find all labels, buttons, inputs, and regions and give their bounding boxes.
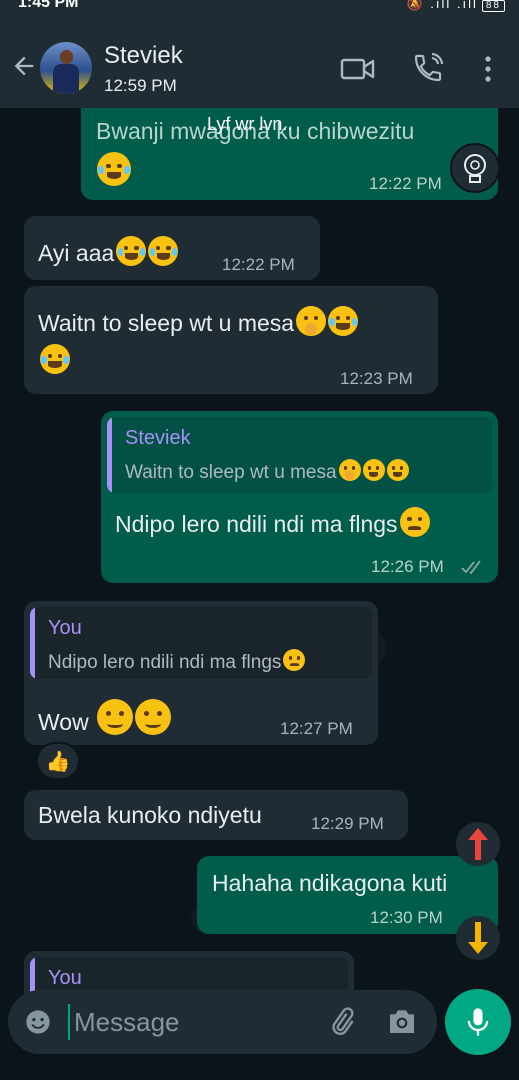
emoji-joy (386, 459, 409, 481)
quoted-message[interactable]: You Ndipo lero ndili ndi ma flngs (30, 607, 372, 679)
message-time: 12:26 PM (371, 557, 444, 576)
message-bubble-incoming[interactable]: Bwela kunoko ndiyetu 12:29 PM (24, 790, 408, 840)
message-composer (8, 990, 437, 1054)
lightbulb-icon (464, 154, 486, 183)
ai-assist-button[interactable] (450, 143, 500, 193)
scroll-down-icon (468, 922, 488, 954)
message-time: 12:27 PM (280, 719, 353, 738)
contact-name[interactable]: Steviek (104, 42, 183, 70)
message-time: 12:30 PM (370, 908, 443, 927)
chat-header: Steviek 12:59 PM (0, 14, 519, 108)
emoji-frowning (399, 507, 430, 537)
message-input[interactable] (68, 1004, 294, 1040)
attach-icon[interactable] (326, 1006, 358, 1038)
quote-text: Waitn to sleep wt u mesa (125, 459, 409, 484)
emoji-joy (148, 236, 179, 266)
status-bar: 1:45 PM 🔕 .ıll .ıll 88 (0, 0, 519, 14)
more-options-icon[interactable] (478, 54, 498, 84)
emoji-joy (362, 459, 385, 481)
emoji-frowning (283, 649, 306, 671)
message-bubble-outgoing[interactable]: Bwanji mwagona ku chibwezitu Lyf wr lvn.… (81, 108, 498, 200)
message-time: 12:22 PM (369, 174, 442, 193)
scroll-up-button[interactable] (456, 822, 500, 866)
message-text: Ndipo lero ndili ndi ma flngs (115, 507, 430, 538)
last-seen: 12:59 PM (104, 76, 177, 95)
message-bubble-outgoing[interactable]: Hahaha ndikagona kuti 12:30 PM (197, 856, 498, 934)
emoji-hand-over-mouth (296, 306, 327, 336)
message-bubble-incoming[interactable]: Ayi aaa 12:22 PM (24, 216, 320, 280)
message-time: 12:29 PM (311, 814, 384, 833)
quote-text: Ndipo lero ndili ndi ma flngs (48, 649, 306, 674)
emoji-joy (116, 236, 147, 266)
avatar[interactable] (40, 42, 92, 94)
status-icons: 🔕 .ıll .ıll 88 (406, 0, 505, 12)
message-text: Hahaha ndikagona kuti (212, 870, 448, 896)
quote-author: You (48, 967, 82, 989)
message-time: 12:22 PM (222, 255, 295, 274)
voice-call-icon[interactable] (412, 52, 444, 84)
emoji-joy (328, 306, 359, 336)
message-text: Wow (38, 699, 172, 736)
emoji-smiling (97, 699, 134, 735)
quoted-message[interactable]: Steviek Waitn to sleep wt u mesa (107, 417, 492, 493)
emoji-rofl (97, 152, 131, 186)
message-text: Waitn to sleep wt u mesa (38, 306, 359, 337)
status-time: 1:45 PM (18, 0, 79, 11)
battery-level: 88 (481, 0, 505, 12)
mic-icon (467, 1008, 489, 1036)
emoji-joy (40, 344, 70, 374)
message-text: Bwela kunoko ndiyetu (38, 802, 262, 828)
emoji-hand-over-mouth (338, 459, 361, 481)
quote-author: Steviek (125, 427, 191, 449)
scroll-up-icon (468, 828, 488, 860)
message-time: 12:23 PM (340, 369, 413, 388)
reaction-badge[interactable]: 👍 (36, 742, 80, 780)
read-ticks-icon (461, 560, 481, 575)
message-bubble-incoming[interactable]: You Ndipo lero ndili ndi ma flngs Wow 12… (24, 601, 378, 745)
quote-author: You (48, 617, 82, 639)
scroll-down-button[interactable] (456, 916, 500, 960)
video-call-icon[interactable] (340, 56, 376, 82)
camera-icon[interactable] (386, 1006, 418, 1036)
message-text: Ayi aaa (38, 236, 179, 267)
message-bubble-incoming[interactable]: Waitn to sleep wt u mesa 12:23 PM (24, 286, 438, 394)
emoji-icon[interactable] (24, 1008, 52, 1036)
overlay-caption: Lyf wr lvn.. (207, 114, 293, 134)
mic-button[interactable] (445, 989, 511, 1055)
message-bubble-outgoing[interactable]: Steviek Waitn to sleep wt u mesa Ndipo l… (101, 411, 498, 583)
back-arrow-icon[interactable] (10, 52, 38, 80)
emoji-smiling (135, 699, 172, 735)
